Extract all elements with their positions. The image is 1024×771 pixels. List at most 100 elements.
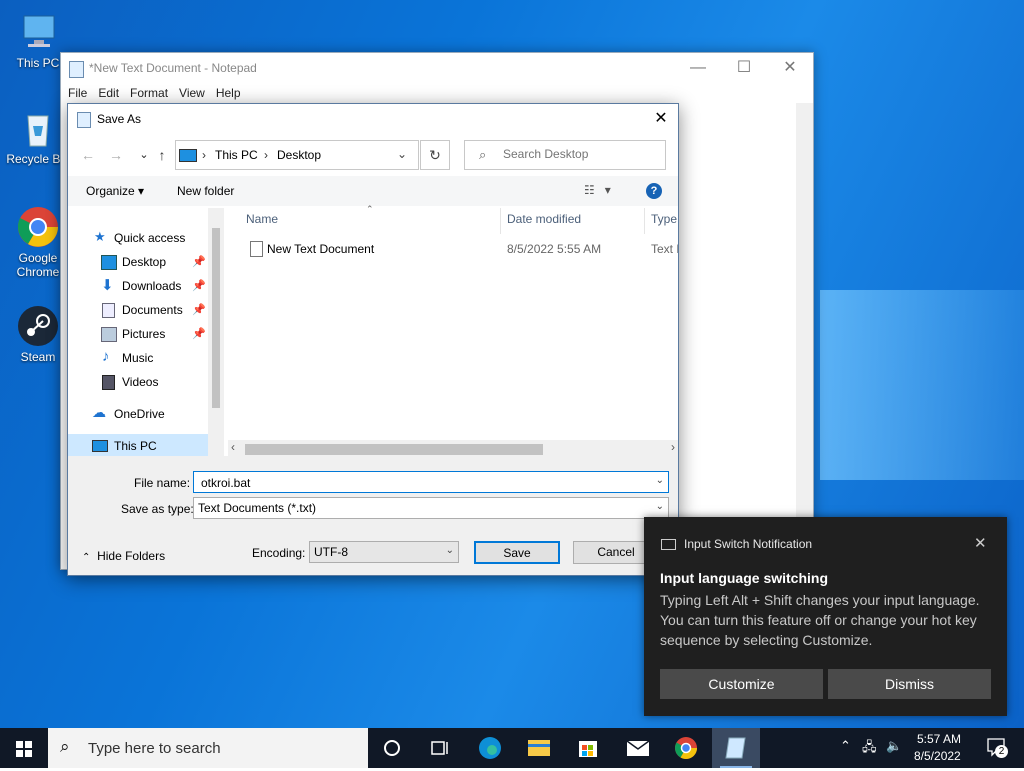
notepad-taskbar-icon[interactable] bbox=[712, 728, 760, 768]
breadcrumb-separator-icon: › bbox=[202, 148, 206, 162]
column-divider[interactable] bbox=[644, 208, 645, 234]
chevron-down-icon[interactable]: ⌄ bbox=[656, 475, 664, 486]
nav-item-onedrive[interactable]: ☁ OneDrive bbox=[68, 402, 208, 426]
new-folder-button[interactable]: New folder bbox=[177, 184, 234, 198]
notification-close-icon[interactable]: ✕ bbox=[974, 534, 987, 552]
chrome-taskbar-icon[interactable] bbox=[662, 728, 710, 768]
menu-edit[interactable]: Edit bbox=[98, 83, 119, 103]
column-header-type[interactable]: Type bbox=[651, 212, 677, 226]
action-center-icon[interactable]: 2 bbox=[986, 736, 1008, 758]
nav-item-this-pc[interactable]: This PC bbox=[68, 434, 208, 456]
system-tray: ⌃ 🖧 🔈 5:57 AM 8/5/2022 2 bbox=[832, 728, 1024, 768]
close-icon[interactable]: ✕ bbox=[767, 53, 813, 83]
nav-item-quick-access[interactable]: ★ Quick access bbox=[68, 226, 208, 250]
horizontal-scrollbar[interactable]: ‹ › bbox=[228, 440, 678, 457]
notification-header: Input Switch Notification bbox=[684, 537, 813, 551]
recycle-bin-icon bbox=[16, 106, 60, 150]
menu-format[interactable]: Format bbox=[130, 83, 168, 103]
file-name: New Text Document bbox=[267, 242, 375, 256]
encoding-select[interactable]: UTF-8 ⌄ bbox=[309, 541, 459, 563]
mail-icon[interactable] bbox=[614, 728, 662, 768]
menu-view[interactable]: View bbox=[179, 83, 205, 103]
search-box[interactable]: ⌕ bbox=[464, 140, 666, 170]
show-hidden-icons-icon[interactable]: ⌃ bbox=[840, 738, 851, 754]
taskbar-search-box[interactable]: ⌕ Type here to search bbox=[48, 728, 368, 768]
nav-item-desktop[interactable]: Desktop 📌 bbox=[68, 250, 208, 274]
save-as-dialog: Save As ✕ ← → ⌄ ↑ › This PC › Desktop ⌄ … bbox=[67, 103, 679, 576]
clock-date[interactable]: 8/5/2022 bbox=[914, 749, 961, 763]
notepad-icon bbox=[69, 61, 84, 78]
store-icon[interactable] bbox=[564, 728, 612, 768]
file-type-clip: Text Document bbox=[651, 242, 678, 256]
organize-button[interactable]: Organize ▾ bbox=[86, 184, 144, 198]
notification-body: Typing Left Alt + Shift changes your inp… bbox=[660, 592, 980, 648]
pin-icon: 📌 bbox=[192, 280, 206, 292]
file-name-field[interactable]: ⌄ bbox=[193, 471, 669, 493]
file-explorer-icon[interactable] bbox=[514, 728, 562, 768]
nav-item-pictures[interactable]: Pictures 📌 bbox=[68, 322, 208, 346]
view-options-icon[interactable]: ☷ ▾ bbox=[584, 183, 611, 197]
this-pc-icon bbox=[179, 149, 197, 162]
cortana-icon[interactable] bbox=[368, 728, 416, 768]
nav-item-music[interactable]: ♪ Music bbox=[68, 346, 208, 370]
network-icon[interactable]: 🖧 bbox=[862, 738, 877, 760]
keyboard-icon bbox=[661, 539, 676, 550]
sort-ascending-icon: ⌃ bbox=[366, 204, 374, 214]
nav-scrollbar-thumb[interactable] bbox=[212, 228, 220, 408]
notification-count-badge: 2 bbox=[995, 745, 1008, 758]
breadcrumb-this-pc[interactable]: This PC bbox=[215, 148, 258, 162]
horizontal-scrollbar-thumb[interactable] bbox=[245, 444, 543, 455]
help-icon[interactable]: ? bbox=[646, 183, 662, 199]
dialog-close-icon[interactable]: ✕ bbox=[644, 104, 678, 134]
nav-item-videos[interactable]: Videos bbox=[68, 370, 208, 394]
refresh-icon[interactable]: ↻ bbox=[420, 140, 450, 170]
chevron-down-icon: ⌄ bbox=[445, 545, 454, 556]
file-name-input[interactable] bbox=[199, 475, 643, 491]
notepad-menu-bar: File Edit Format View Help bbox=[61, 83, 813, 103]
column-header-name[interactable]: Name bbox=[246, 212, 278, 226]
start-button[interactable] bbox=[0, 728, 48, 768]
search-input[interactable] bbox=[501, 146, 663, 162]
address-dropdown-icon[interactable]: ⌄ bbox=[388, 140, 416, 168]
minimize-icon[interactable]: — bbox=[675, 53, 721, 83]
dialog-title-bar[interactable]: Save As ✕ bbox=[68, 104, 678, 134]
customize-button[interactable]: Customize bbox=[660, 669, 823, 699]
nav-item-downloads[interactable]: ⬇ Downloads 📌 bbox=[68, 274, 208, 298]
nav-item-documents[interactable]: Documents 📌 bbox=[68, 298, 208, 322]
address-bar[interactable]: › This PC › Desktop bbox=[175, 140, 419, 170]
edge-icon[interactable] bbox=[464, 728, 512, 768]
forward-arrow-icon[interactable]: → bbox=[106, 144, 126, 166]
dismiss-button[interactable]: Dismiss bbox=[828, 669, 991, 699]
dialog-bottom-panel: File name: ⌄ Save as type: Text Document… bbox=[68, 456, 678, 575]
pin-icon: 📌 bbox=[192, 256, 206, 268]
steam-icon bbox=[16, 304, 60, 348]
recent-dropdown-icon[interactable]: ⌄ bbox=[134, 144, 154, 166]
column-header-date[interactable]: Date modified bbox=[507, 212, 581, 226]
menu-file[interactable]: File bbox=[68, 83, 87, 103]
text-file-icon bbox=[250, 241, 263, 257]
save-button[interactable]: Save bbox=[474, 541, 560, 564]
breadcrumb-desktop[interactable]: Desktop bbox=[277, 148, 321, 162]
hide-folders-button[interactable]: ⌃ Hide Folders bbox=[82, 549, 165, 563]
volume-icon[interactable]: 🔈 bbox=[886, 738, 902, 754]
cloud-icon: ☁ bbox=[92, 404, 106, 420]
clock-time[interactable]: 5:57 AM bbox=[917, 732, 961, 746]
taskbar-search-placeholder: Type here to search bbox=[88, 740, 221, 757]
file-name-label: File name: bbox=[134, 476, 191, 490]
notepad-scrollbar[interactable] bbox=[796, 103, 813, 569]
menu-help[interactable]: Help bbox=[216, 83, 241, 103]
table-row[interactable]: New Text Document 8/5/2022 5:55 AM Text … bbox=[244, 238, 678, 260]
scroll-right-icon[interactable]: › bbox=[671, 440, 675, 454]
notepad-title-bar[interactable]: *New Text Document - Notepad — ☐ ✕ bbox=[61, 53, 813, 83]
file-date: 8/5/2022 5:55 AM bbox=[507, 242, 602, 256]
task-view-icon[interactable] bbox=[416, 728, 464, 768]
this-pc-icon bbox=[92, 440, 108, 452]
column-divider[interactable] bbox=[500, 208, 501, 234]
search-icon: ⌕ bbox=[60, 737, 70, 756]
scroll-left-icon[interactable]: ‹ bbox=[231, 440, 235, 454]
up-arrow-icon[interactable]: ↑ bbox=[152, 144, 172, 166]
back-arrow-icon[interactable]: ← bbox=[78, 144, 98, 166]
windows-logo-icon bbox=[16, 741, 32, 757]
maximize-icon[interactable]: ☐ bbox=[721, 53, 767, 83]
save-as-type-select[interactable]: Text Documents (*.txt) ⌄ bbox=[193, 497, 669, 519]
